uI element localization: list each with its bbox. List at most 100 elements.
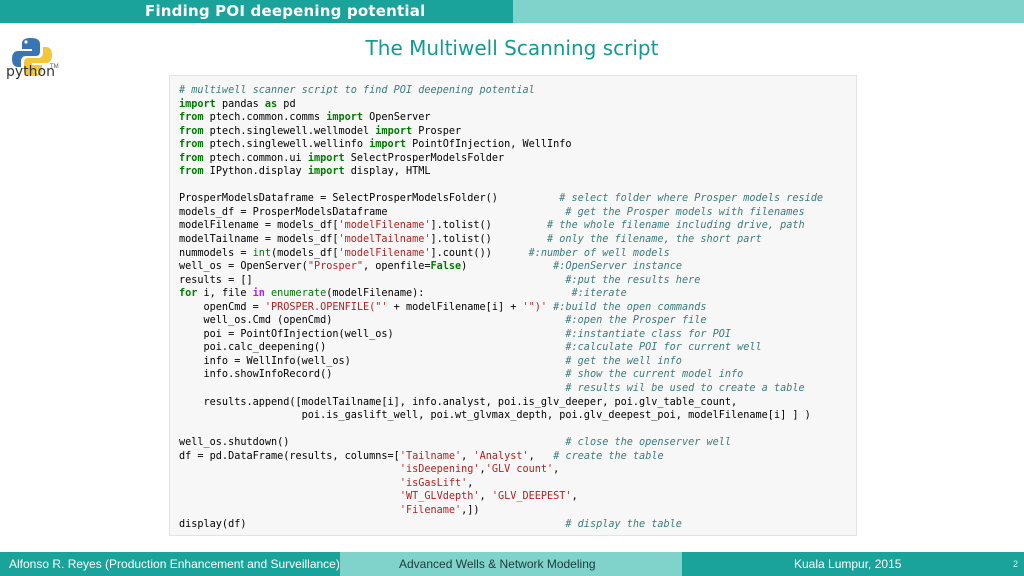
code-text: modelTailname = models_df[ — [179, 234, 339, 246]
code-keyword: import — [375, 125, 413, 137]
code-text: info = WellInfo(well_os) — [179, 355, 566, 367]
code-comment: # get the well info — [565, 355, 682, 367]
code-string: 'GLV count' — [485, 464, 554, 476]
footer-center-segment: Advanced Wells & Network Modeling — [340, 552, 682, 576]
code-text: PointOfInjection, WellInfo — [405, 139, 572, 151]
code-text: ptech.singlewell.wellinfo — [203, 139, 370, 151]
code-text: , — [479, 491, 492, 503]
code-cell: # multiwell scanner script to find POI d… — [169, 75, 857, 536]
code-keyword: import — [307, 166, 345, 178]
code-text: pandas — [215, 98, 265, 110]
code-string: 'WT_GLVdepth' — [399, 491, 480, 503]
code-text: ].count()) — [430, 247, 529, 259]
code-keyword: import — [326, 112, 364, 124]
code-text: well_os = OpenServer( — [179, 261, 308, 273]
code-string: "Prosper" — [307, 261, 364, 273]
code-text: (models_df[ — [271, 247, 339, 259]
code-text: models_df = ProsperModelsDataframe — [179, 206, 566, 218]
code-comment: #:OpenServer instance — [553, 261, 682, 273]
code-text: Prosper — [412, 125, 462, 137]
code-text: ) — [461, 261, 554, 273]
header-bar-right — [513, 0, 1024, 23]
code-builtin: enumerate — [264, 288, 327, 300]
code-text: ptech.common.ui — [203, 152, 308, 164]
code-comment: # create the table — [553, 450, 664, 462]
python-logo-tm: TM — [50, 64, 59, 70]
footer-left-segment: Alfonso R. Reyes (Production Enhancement… — [0, 552, 340, 576]
code-comment: # close the openserver well — [565, 437, 732, 449]
python-logo-text: python — [6, 64, 55, 80]
code-keyword: import — [307, 152, 345, 164]
code-text: well_os.shutdown() — [179, 437, 566, 449]
code-text: ].tolist() — [430, 234, 548, 246]
code-text: SelectProsperModelsFolder — [344, 152, 505, 164]
code-string: 'isDeepening' — [399, 464, 480, 476]
code-comment: #:put the results here — [565, 274, 701, 286]
code-text: (modelFilename): — [326, 288, 572, 300]
code-operator: in — [252, 288, 265, 300]
code-text: , — [571, 491, 578, 503]
code-text: well_os.Cmd (openCmd) — [179, 315, 566, 327]
code-text: df = pd.DataFrame(results, columns=[ — [179, 450, 400, 462]
code-text: poi.is_gaslift_well, poi.wt_glvmax_depth… — [179, 410, 811, 422]
slide-title: The Multiwell Scanning script — [365, 36, 659, 60]
code-comment: # get the Prosper models with filenames — [565, 206, 805, 218]
code-text: , openfile= — [363, 261, 431, 273]
code-string: 'modelFilename' — [338, 220, 431, 232]
code-text: display, HTML — [344, 166, 431, 178]
code-text: OpenServer — [363, 112, 431, 124]
code-text: , — [553, 464, 560, 476]
code-keyword: from — [179, 166, 204, 178]
code-text: nummodels = — [179, 247, 253, 259]
code-comment: # multiwell scanner script to find POI d… — [179, 85, 535, 96]
code-text: IPython.display — [203, 166, 308, 178]
code-string: '")' — [522, 301, 548, 313]
code-comment: #:number of well models — [528, 247, 670, 259]
code-comment: #:open the Prosper file — [565, 315, 707, 327]
code-text: poi = PointOfInjection(well_os) — [179, 328, 566, 340]
code-string: 'Analyst' — [473, 450, 529, 462]
header-bar: Finding POI deepening potential — [0, 0, 1024, 23]
code-text: openCmd = — [179, 301, 265, 313]
code-text: modelFilename = models_df[ — [179, 220, 339, 232]
code-comment: # display the table — [565, 518, 682, 530]
code-text: results.append([modelTailname[i], info.a… — [179, 396, 738, 408]
code-string: 'GLV_DEEPEST' — [491, 491, 572, 503]
code-text: , — [528, 450, 554, 462]
code-keyword: from — [179, 112, 204, 124]
header-title: Finding POI deepening potential — [145, 2, 426, 20]
code-text: + modelFilename[i] + — [387, 301, 523, 313]
code-keyword: import — [369, 139, 406, 151]
code-listing: # multiwell scanner script to find POI d… — [179, 84, 823, 531]
code-comment: # select folder where Prosper models res… — [559, 193, 824, 205]
footer-location: Kuala Lumpur, 2015 — [794, 557, 902, 571]
code-builtin: int — [252, 247, 272, 259]
footer-right-segment: Kuala Lumpur, 2015 2 — [682, 552, 1024, 576]
code-text: results = [] — [179, 274, 566, 286]
code-string: 'Tailname' — [399, 450, 462, 462]
code-string: 'modelTailname' — [338, 234, 431, 246]
code-comment: #:calculate POI for current well — [565, 342, 762, 354]
code-keyword: from — [179, 125, 204, 137]
code-text: ptech.common.comms — [203, 112, 327, 124]
code-comment: # only the filename, the short part — [547, 234, 762, 246]
code-keyword: as — [264, 98, 278, 110]
code-text: ].tolist() — [430, 220, 548, 232]
code-comment: #:build the open commands — [553, 301, 707, 313]
code-text: ptech.singlewell.wellmodel — [203, 125, 376, 137]
code-keyword: from — [179, 152, 204, 164]
code-text: display(df) — [179, 518, 566, 530]
code-text: poi.calc_deepening() — [179, 342, 566, 354]
code-comment: #:instantiate class for POI — [565, 328, 732, 340]
code-text: i, file — [197, 288, 253, 300]
code-text: pd — [277, 98, 296, 110]
code-keyword: from — [179, 139, 204, 151]
code-string: 'Filename' — [399, 504, 462, 516]
code-comment: # results wil be used to create a table — [565, 383, 805, 395]
footer-course: Advanced Wells & Network Modeling — [399, 557, 596, 571]
code-comment: #:iterate — [571, 288, 627, 300]
code-string: 'isGasLift' — [399, 477, 468, 489]
